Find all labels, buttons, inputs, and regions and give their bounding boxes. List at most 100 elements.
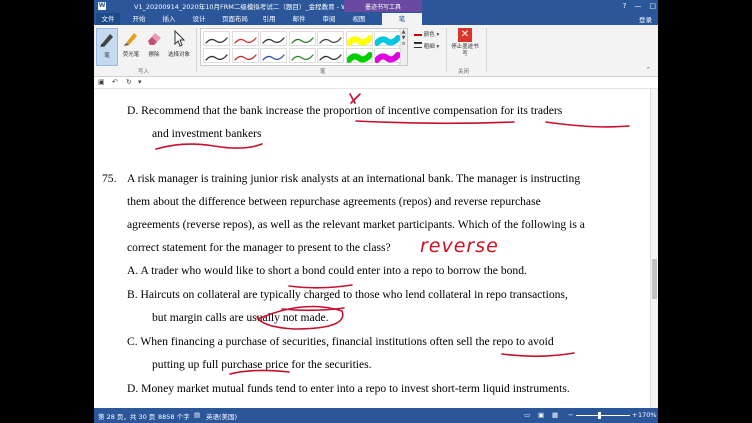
tab-pens[interactable]: 笔 xyxy=(382,13,422,25)
pen-style-14[interactable] xyxy=(374,48,401,63)
zoom-out-button[interactable]: − xyxy=(568,411,573,419)
highlighter-label: 荧光笔 xyxy=(122,52,140,58)
select-objects-button[interactable]: 选择对象 xyxy=(166,28,192,58)
pen-gallery: ▲ ▼ ≡ xyxy=(200,28,408,66)
zoom-in-button[interactable]: + xyxy=(632,411,637,419)
ink-underline-traders xyxy=(545,121,630,128)
read-mode-icon[interactable]: ▭ xyxy=(524,411,530,419)
scrollbar-thumb[interactable] xyxy=(652,259,657,299)
pen-style-2[interactable] xyxy=(231,31,259,46)
close-x-icon: ✕ xyxy=(458,28,472,42)
customize-qat-icon[interactable]: ▾ xyxy=(138,78,142,86)
stop-inking-button[interactable]: ✕ 停止墨迹书写 xyxy=(450,28,480,58)
pen-style-5[interactable] xyxy=(317,31,344,46)
option-d: D. Money market mutual funds tend to ent… xyxy=(127,382,570,395)
ribbon-tabs: 文件 开始 插入 设计 页面布局 引用 邮件 审阅 视图 笔 登录 xyxy=(94,12,658,25)
eraser-label: 擦除 xyxy=(148,52,160,58)
option-d-prev-cont: and investment bankers xyxy=(152,127,262,140)
pen-style-6[interactable] xyxy=(345,31,373,46)
pen-style-3[interactable] xyxy=(260,31,287,46)
pen-color-icon xyxy=(414,30,422,36)
handwritten-note: reverse xyxy=(420,235,499,257)
pen-style-11[interactable] xyxy=(288,48,316,63)
ribbon-separator xyxy=(446,28,447,72)
web-layout-icon[interactable]: ▦ xyxy=(552,411,558,419)
window-controls: ? — □ xyxy=(623,0,656,12)
cursor-icon xyxy=(169,28,189,48)
option-b: B. Haircuts on collateral are typically … xyxy=(127,288,568,301)
redo-icon[interactable]: ↻ xyxy=(126,78,132,86)
highlighter-icon xyxy=(121,28,141,48)
thickness-label: 粗细 xyxy=(423,44,435,50)
zoom-slider-thumb[interactable] xyxy=(598,412,601,419)
ribbon-separator xyxy=(196,28,197,72)
minimize-button[interactable]: — xyxy=(634,0,641,12)
pen-style-10[interactable] xyxy=(260,48,287,63)
group-label-pens: 笔 xyxy=(320,69,326,75)
ink-underline-investment xyxy=(155,143,263,150)
thickness-icon xyxy=(414,42,422,48)
tab-file[interactable]: 文件 xyxy=(96,13,120,25)
question-text-2: them about the difference between repurc… xyxy=(127,195,541,208)
vertical-scrollbar[interactable] xyxy=(650,89,658,408)
pen-button[interactable]: 笔 xyxy=(96,28,118,66)
print-layout-icon[interactable]: ▣ xyxy=(538,411,544,419)
zoom-slider[interactable] xyxy=(576,415,630,416)
ink-underline-proportion xyxy=(355,120,515,125)
word-window: W V1_20200914_2020年10月FRM二级模拟考试二（题目）_金程教… xyxy=(94,0,658,423)
zoom-level[interactable]: 170% xyxy=(638,411,657,419)
color-label: 颜色 xyxy=(423,32,435,38)
quick-access-toolbar: ▣ ↶ ↻ ▾ xyxy=(94,77,658,89)
pen-style-7[interactable] xyxy=(374,31,401,46)
word-count[interactable]: 8858 个字 xyxy=(158,411,190,421)
group-label-close: 关闭 xyxy=(458,69,470,75)
option-d-prev: D. Recommend that the bank increase the … xyxy=(127,104,563,117)
save-icon[interactable]: ▣ xyxy=(98,78,105,86)
ink-tools-title: 墨迹书写工具 xyxy=(364,4,401,11)
collapse-ribbon-icon[interactable]: ⌃ xyxy=(646,67,651,73)
tab-mailings[interactable]: 邮件 xyxy=(288,13,310,25)
option-a: A. A trader who would like to short a bo… xyxy=(127,264,527,277)
pen-style-12[interactable] xyxy=(317,48,344,63)
question-text-1: A risk manager is training junior risk a… xyxy=(127,172,581,185)
ink-underline-typically xyxy=(281,307,345,312)
document-page[interactable]: · D. Recommend that the bank increase th… xyxy=(94,89,650,408)
language[interactable]: 英语(美国) xyxy=(206,411,237,421)
pen-style-1[interactable] xyxy=(203,31,230,46)
word-app-icon[interactable]: W xyxy=(98,2,106,10)
option-b-cont: but margin calls are usually not made. xyxy=(152,311,329,324)
question-number: 75. xyxy=(102,172,117,185)
tab-home[interactable]: 开始 xyxy=(128,13,150,25)
select-objects-label: 选择对象 xyxy=(167,52,190,58)
help-icon[interactable]: ? xyxy=(623,0,627,12)
option-c: C. When financing a purchase of securiti… xyxy=(127,335,554,348)
question-text-3: agreements (reverse repos), as well as t… xyxy=(127,218,585,231)
pen-style-8[interactable] xyxy=(203,48,230,63)
sign-in-link[interactable]: 登录 xyxy=(639,14,652,24)
pen-style-9[interactable] xyxy=(231,48,259,63)
pen-icon xyxy=(97,29,117,49)
tab-design[interactable]: 设计 xyxy=(188,13,210,25)
proofing-icon[interactable]: ▤ xyxy=(194,411,200,419)
color-button[interactable]: 颜色 ▾ xyxy=(414,30,439,38)
undo-icon[interactable]: ↶ xyxy=(112,78,118,86)
pen-style-4[interactable] xyxy=(288,31,316,46)
ink-caret-mark xyxy=(349,93,361,104)
eraser-icon xyxy=(144,28,164,48)
ribbon-separator xyxy=(486,28,487,72)
tab-insert[interactable]: 插入 xyxy=(158,13,180,25)
ink-tools-header: 墨迹书写工具 xyxy=(344,0,422,12)
eraser-button[interactable]: 擦除 xyxy=(144,28,164,58)
highlighter-button[interactable]: 荧光笔 xyxy=(120,28,142,58)
pen-style-13[interactable] xyxy=(345,48,373,63)
ribbon: 笔 荧光笔 擦除 选择对象 写入 ▲ ▼ ≡ 笔 颜色 ▾ 粗细 ▾ ✕ 停止墨… xyxy=(94,25,658,77)
tab-references[interactable]: 引用 xyxy=(258,13,280,25)
tab-review[interactable]: 审阅 xyxy=(318,13,340,25)
tab-view[interactable]: 视图 xyxy=(348,13,370,25)
page-count[interactable]: 第 28 页，共 30 页 xyxy=(98,411,155,421)
stop-inking-label: 停止墨迹书写 xyxy=(451,44,479,57)
group-label-write: 写入 xyxy=(138,69,150,75)
maximize-button[interactable]: □ xyxy=(649,0,656,12)
thickness-button[interactable]: 粗细 ▾ xyxy=(414,42,439,50)
tab-page-layout[interactable]: 页面布局 xyxy=(218,13,252,25)
